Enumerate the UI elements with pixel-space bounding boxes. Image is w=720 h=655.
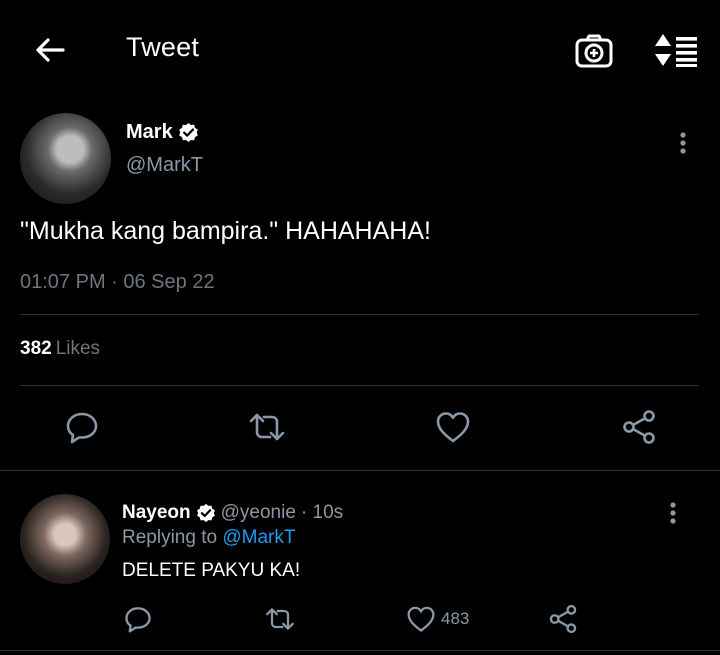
reply-reply-button[interactable] — [120, 601, 156, 637]
back-button[interactable] — [28, 28, 72, 72]
reply-button[interactable] — [60, 405, 104, 449]
verified-badge-icon — [196, 503, 215, 523]
heart-icon — [436, 412, 470, 443]
reply-more-options-button[interactable] — [658, 498, 688, 528]
sort-list-icon — [655, 34, 697, 67]
reply-text: DELETE PAKYU KA! — [122, 560, 301, 581]
tweet-timestamp: 01:07 PM · 06 Sep 22 — [20, 271, 215, 293]
replying-prefix: Replying to — [122, 527, 218, 548]
likes-count: 382 — [20, 338, 52, 359]
reply-header[interactable]: Nayeon @yeonie · 10s — [122, 502, 343, 524]
share-button[interactable] — [617, 405, 661, 449]
more-options-button[interactable] — [668, 128, 698, 158]
divider — [0, 650, 720, 651]
sort-replies-button[interactable] — [650, 26, 702, 74]
author-name: Mark — [126, 121, 173, 143]
reply-author-name: Nayeon — [122, 502, 191, 523]
camera-button[interactable] — [571, 28, 617, 74]
reply-retweet-button[interactable] — [262, 601, 298, 637]
divider — [20, 385, 699, 386]
share-icon — [623, 410, 655, 444]
replying-to: Replying to @MarkT — [122, 527, 295, 549]
reply-like-count: 483 — [441, 609, 470, 628]
reply-age: · 10s — [300, 502, 344, 523]
arrow-left-icon — [36, 38, 65, 62]
divider — [0, 470, 720, 471]
like-button[interactable] — [431, 405, 475, 449]
retweet-icon — [249, 413, 285, 441]
reply-bubble-icon — [66, 412, 98, 444]
reply-share-button[interactable] — [545, 601, 581, 637]
reply-author-handle: @yeonie — [220, 502, 296, 523]
author-handle[interactable]: @MarkT — [126, 154, 203, 177]
heart-icon — [407, 606, 435, 632]
reply-bubble-icon — [125, 607, 151, 633]
reply-like-button[interactable] — [403, 601, 439, 637]
more-vertical-icon — [670, 502, 676, 524]
likes-label: Likes — [55, 338, 101, 359]
retweet-icon — [266, 608, 294, 630]
author-name-row[interactable]: Mark — [126, 121, 199, 144]
divider — [20, 314, 699, 315]
page-title: Tweet — [126, 32, 200, 62]
likes-stat[interactable]: 382 Likes — [20, 338, 100, 360]
retweet-button[interactable] — [245, 405, 289, 449]
share-icon — [549, 604, 577, 634]
camera-plus-icon — [575, 34, 613, 68]
more-vertical-icon — [680, 132, 686, 154]
tweet-text: "Mukha kang bampira." HAHAHAHA! — [20, 217, 431, 245]
reply-author-avatar[interactable] — [20, 494, 110, 584]
author-avatar[interactable] — [20, 113, 111, 204]
verified-badge-icon — [178, 122, 198, 143]
replying-mention-link[interactable]: @MarkT — [222, 527, 295, 548]
